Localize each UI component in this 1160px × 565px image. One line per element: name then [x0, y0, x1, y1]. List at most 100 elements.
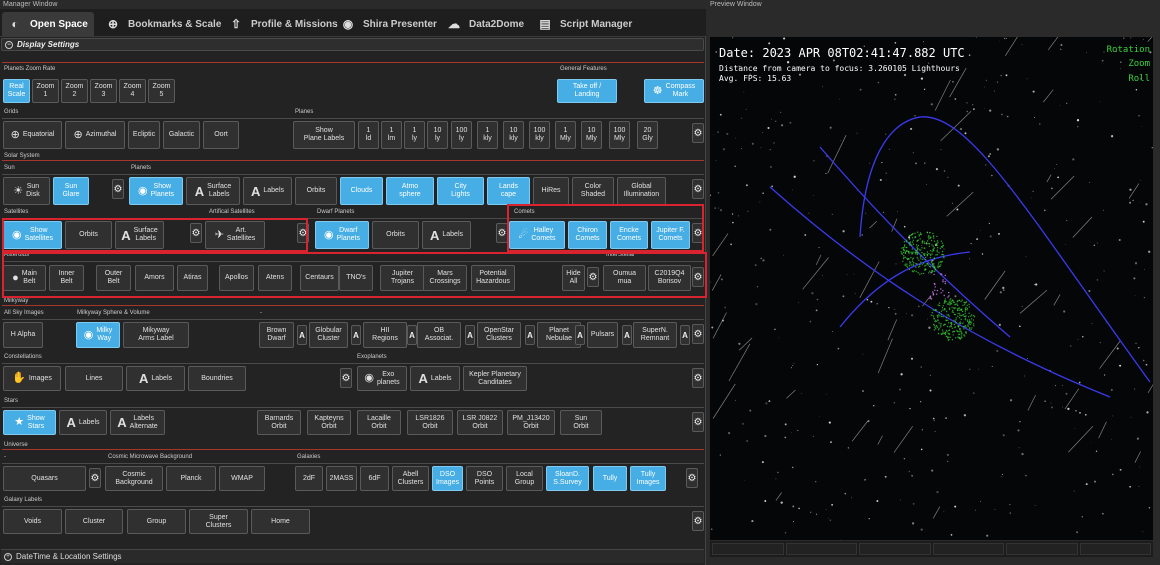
interstellar-c2019q4-borisov-button[interactable]: C2019Q4 Borisov	[648, 265, 691, 291]
planes-1-kly-button[interactable]: 1 kly	[477, 121, 498, 149]
asteroids-main-belt-button[interactable]: ● Main Belt	[3, 265, 46, 291]
label-toggle-icon[interactable]: A	[351, 325, 361, 345]
asteroids-centaurs-button[interactable]: Centaurs	[300, 265, 339, 291]
mwsphere-milky-way-button[interactable]: ◉ Milky Way	[76, 322, 120, 348]
settings-gear-icon[interactable]: ⚙	[496, 223, 508, 243]
label-toggle-icon[interactable]: A	[680, 325, 690, 345]
sun-sun-glare-button[interactable]: Sun Glare	[53, 177, 89, 205]
exoplanets-kepler-planetary-canditates-button[interactable]: Kepler Planetary Canditates	[463, 366, 527, 391]
planets-lands-cape-button[interactable]: Lands cape	[487, 177, 530, 205]
zoom-zoom-1-button[interactable]: Zoom 1	[32, 79, 59, 103]
asteroids-potential-hazardous-button[interactable]: Potential Hazardous	[471, 265, 515, 291]
display-settings-header[interactable]: − Display Settings	[1, 38, 704, 51]
settings-gear-icon[interactable]: ⚙	[190, 223, 202, 243]
asteroids-outer-belt-button[interactable]: Outer Belt	[96, 265, 131, 291]
asteroids-hide-all-button[interactable]: Hide All	[562, 265, 585, 291]
stars-labels-alternate-button[interactable]: A Labels Alternate	[110, 410, 165, 435]
interstellar-oumua-mua-button[interactable]: Oumua mua	[603, 265, 646, 291]
zoom-real-scale-button[interactable]: Real Scale	[3, 79, 30, 103]
planets-clouds-button[interactable]: Clouds	[340, 177, 383, 205]
galaxies-tully-button[interactable]: Tully	[593, 466, 627, 491]
settings-gear-icon[interactable]: ⚙	[340, 368, 352, 388]
asteroids-atens-button[interactable]: Atens	[258, 265, 292, 291]
tab-data2dome[interactable]: ☁ Data2Dome	[441, 12, 530, 36]
grids-equatorial-button[interactable]: ⊕ Equatorial	[3, 121, 62, 149]
planets-show-planets-button[interactable]: ◉ Show Planets	[129, 177, 183, 205]
stars-barnards-orbit-button[interactable]: Barnards Orbit	[257, 410, 301, 435]
settings-gear-icon[interactable]: ⚙	[692, 223, 704, 243]
comets-encke-comets-button[interactable]: Encke Comets	[610, 221, 648, 249]
planets-atmo-sphere-button[interactable]: Atmo sphere	[386, 177, 434, 205]
planets-color-shaded-button[interactable]: Color Shaded	[572, 177, 614, 205]
planes-1-lm-button[interactable]: 1 lm	[381, 121, 402, 149]
zoom-zoom-5-button[interactable]: Zoom 5	[148, 79, 175, 103]
tab-script-manager[interactable]: ▤ Script Manager	[532, 12, 638, 36]
settings-gear-icon[interactable]: ⚙	[686, 468, 698, 488]
planets-city-lights-button[interactable]: City Lights	[437, 177, 484, 205]
planes-show-plane-labels-button[interactable]: Show Plane Labels	[293, 121, 355, 149]
dwarf-orbits-button[interactable]: Orbits	[372, 221, 419, 249]
planets-hires-button[interactable]: HiRes	[533, 177, 569, 205]
exoplanets-labels-button[interactable]: A Labels	[410, 366, 460, 391]
galaxies-2df-button[interactable]: 2dF	[295, 466, 323, 491]
tab-open-space[interactable]: ◐ Open Space	[2, 12, 94, 36]
cmb-wmap-button[interactable]: WMAP	[219, 466, 265, 491]
asteroids-atiras-button[interactable]: Atiras	[177, 265, 208, 291]
galaxies-local-group-button[interactable]: Local Group	[506, 466, 543, 491]
tab-shira-presenter[interactable]: ◉ Shira Presenter	[335, 12, 443, 36]
constellations-labels-button[interactable]: A Labels	[126, 366, 185, 391]
comets-jupiter-f-comets-button[interactable]: Jupiter F. Comets	[651, 221, 690, 249]
settings-gear-icon[interactable]: ⚙	[297, 223, 309, 243]
universe-quasars-button[interactable]: Quasars	[3, 466, 86, 491]
settings-gear-icon[interactable]: ⚙	[692, 179, 704, 199]
satellites-show-satellites-button[interactable]: ◉ Show Satellites	[3, 221, 62, 249]
planes-10-kly-button[interactable]: 10 kly	[503, 121, 524, 149]
label-toggle-icon[interactable]: A	[525, 325, 535, 345]
planets-orbits-button[interactable]: Orbits	[295, 177, 337, 205]
settings-gear-icon[interactable]: ⚙	[692, 412, 704, 432]
art-sat-art-satellites-button[interactable]: ✈ Art. Satellites	[205, 221, 265, 249]
galaxy-labels-super-clusters-button[interactable]: Super Clusters	[189, 509, 248, 534]
allsky-h-alpha-button[interactable]: H Alpha	[3, 322, 43, 348]
planets-surface-labels-button[interactable]: A Surface Labels	[186, 177, 240, 205]
comets-halley-comets-button[interactable]: ☄ Halley Comets	[509, 221, 565, 249]
zoom-zoom-3-button[interactable]: Zoom 3	[90, 79, 117, 103]
grids-oort-button[interactable]: Oort	[203, 121, 239, 149]
stars-show-stars-button[interactable]: ★ Show Stars	[3, 410, 56, 435]
grids-ecliptic-button[interactable]: Ecliptic	[128, 121, 160, 149]
galaxies-2mass-button[interactable]: 2MASS	[326, 466, 357, 491]
stars-pm-j13420-orbit-button[interactable]: PM_J13420 Orbit	[507, 410, 555, 435]
dwarf-dwarf-planets-button[interactable]: ◉ Dwarf Planets	[315, 221, 369, 249]
stars-sun-orbit-button[interactable]: Sun Orbit	[560, 410, 602, 435]
exoplanets-exo-planets-button[interactable]: ◉ Exo planets	[357, 366, 407, 391]
planes-100-mly-button[interactable]: 100 Mly	[609, 121, 630, 149]
grids-azimuthal-button[interactable]: ⊕ Azimuthal	[65, 121, 125, 149]
planes-100-ly-button[interactable]: 100 ly	[451, 121, 472, 149]
general-take-off-landing-button[interactable]: Take off / Landing	[557, 79, 617, 103]
grids-galactic-button[interactable]: Galactic	[163, 121, 200, 149]
zoom-zoom-2-button[interactable]: Zoom 2	[61, 79, 88, 103]
stars-lsr1826-orbit-button[interactable]: LSR1826 Orbit	[407, 410, 453, 435]
galaxies-abell-clusters-button[interactable]: Abell Clusters	[392, 466, 429, 491]
planes-10-mly-button[interactable]: 10 Mly	[581, 121, 602, 149]
galaxy-labels-cluster-button[interactable]: Cluster	[65, 509, 123, 534]
planes-1-ly-button[interactable]: 1 ly	[404, 121, 425, 149]
satellites-orbits-button[interactable]: Orbits	[65, 221, 112, 249]
stars-lsr-j0822-orbit-button[interactable]: LSR J0822 Orbit	[457, 410, 503, 435]
galaxies-sloand-s-survey-button[interactable]: SloanD. S.Survey	[546, 466, 589, 491]
tab-bookmarks-scale[interactable]: ⊕ Bookmarks & Scale	[100, 12, 227, 36]
settings-gear-icon[interactable]: ⚙	[692, 511, 704, 531]
datetime-settings-header[interactable]: + DateTime & Location Settings	[1, 549, 704, 563]
asteroids-apollos-button[interactable]: Apollos	[219, 265, 254, 291]
zoom-zoom-4-button[interactable]: Zoom 4	[119, 79, 146, 103]
label-toggle-icon[interactable]: A	[407, 325, 417, 345]
planes-20-gly-button[interactable]: 20 Gly	[637, 121, 658, 149]
constellations-boundries-button[interactable]: Boundries	[188, 366, 246, 391]
galaxies-6df-button[interactable]: 6dF	[360, 466, 389, 491]
planes-10-ly-button[interactable]: 10 ly	[427, 121, 448, 149]
planes-1-ld-button[interactable]: 1 ld	[358, 121, 379, 149]
asteroids-jupiter-trojans-button[interactable]: Jupiter Trojans	[380, 265, 425, 291]
preview-viewport[interactable]: Date: 2023 APR 08T02:41:47.882 UTC Dista…	[710, 37, 1153, 540]
label-toggle-icon[interactable]: A	[465, 325, 475, 345]
label-toggle-icon[interactable]: A	[622, 325, 632, 345]
